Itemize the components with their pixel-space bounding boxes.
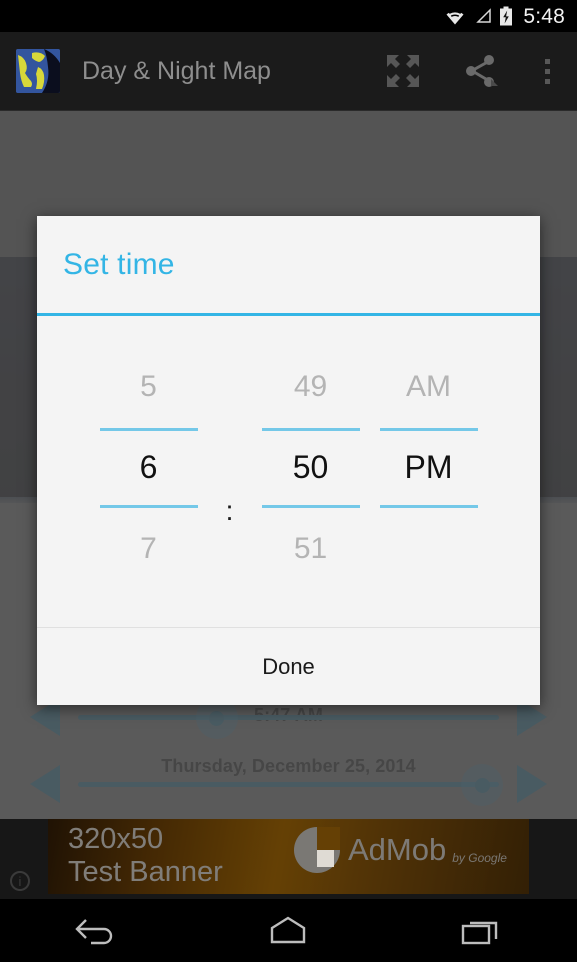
set-time-dialog: Set time 5 6 7 : 49 50 51 AM PM Done [37, 216, 540, 705]
wifi-icon [443, 7, 467, 25]
status-bar: 5:48 [0, 0, 577, 32]
meridiem-previous-value[interactable]: AM [406, 359, 451, 415]
action-bar: Day & Night Map [0, 32, 577, 111]
hour-current-value[interactable]: 6 [140, 444, 158, 492]
battery-charging-icon [499, 6, 513, 26]
fullscreen-icon[interactable] [375, 43, 431, 99]
ad-info-icon[interactable]: i [10, 871, 30, 891]
overflow-dots [544, 58, 550, 84]
admob-logo: AdMob by Google [294, 827, 507, 873]
world-map-icon[interactable] [16, 49, 60, 93]
ad-banner-text: 320x50 Test Banner [68, 825, 223, 887]
signal-icon [474, 7, 492, 25]
share-icon[interactable] [453, 43, 509, 99]
overflow-menu-icon[interactable] [527, 43, 567, 99]
meridiem-current-value[interactable]: PM [405, 444, 453, 492]
hour-divider-top [99, 427, 198, 431]
hour-next-value[interactable]: 7 [140, 521, 157, 577]
admob-brand-label: AdMob [348, 832, 447, 867]
minute-current-value[interactable]: 50 [293, 444, 329, 492]
hour-picker-column[interactable]: 5 6 7 [90, 359, 208, 577]
recents-icon[interactable] [421, 899, 541, 962]
admob-by-google-label: by Google [452, 851, 507, 865]
home-icon[interactable] [228, 899, 348, 962]
done-button[interactable]: Done [37, 628, 540, 705]
meridiem-picker-column[interactable]: AM PM [370, 359, 488, 577]
minute-previous-value[interactable]: 49 [294, 359, 327, 415]
time-separator: : [225, 494, 234, 526]
meridiem-divider-top [379, 427, 478, 431]
admob-mark-icon [294, 827, 340, 873]
time-picker: 5 6 7 : 49 50 51 AM PM [37, 316, 540, 627]
dialog-title-bar: Set time [37, 216, 540, 316]
navigation-bar [0, 899, 577, 962]
android-screen: 5:48 Day & Night Map Set time 5 6 7: 49… [0, 0, 577, 962]
minute-divider-top [261, 427, 360, 431]
dialog-footer: Done [37, 627, 540, 705]
minute-next-value[interactable]: 51 [294, 521, 327, 577]
ad-banner-creative[interactable]: 320x50 Test Banner AdMob by Google [48, 819, 529, 894]
dialog-title: Set time [63, 247, 175, 281]
hour-previous-value[interactable]: 5 [140, 359, 157, 415]
page-title: Day & Night Map [82, 56, 271, 85]
minute-picker-column[interactable]: 49 50 51 [252, 359, 370, 577]
meridiem-divider-bottom [379, 504, 478, 508]
minute-divider-bottom [261, 504, 360, 508]
hour-divider-bottom [99, 504, 198, 508]
ad-title-label: Test Banner [68, 856, 223, 888]
status-bar-clock: 5:48 [523, 4, 565, 28]
ad-banner[interactable]: 320x50 Test Banner AdMob by Google i [0, 819, 577, 899]
back-icon[interactable] [36, 899, 156, 962]
ad-size-label: 320x50 [68, 823, 164, 855]
